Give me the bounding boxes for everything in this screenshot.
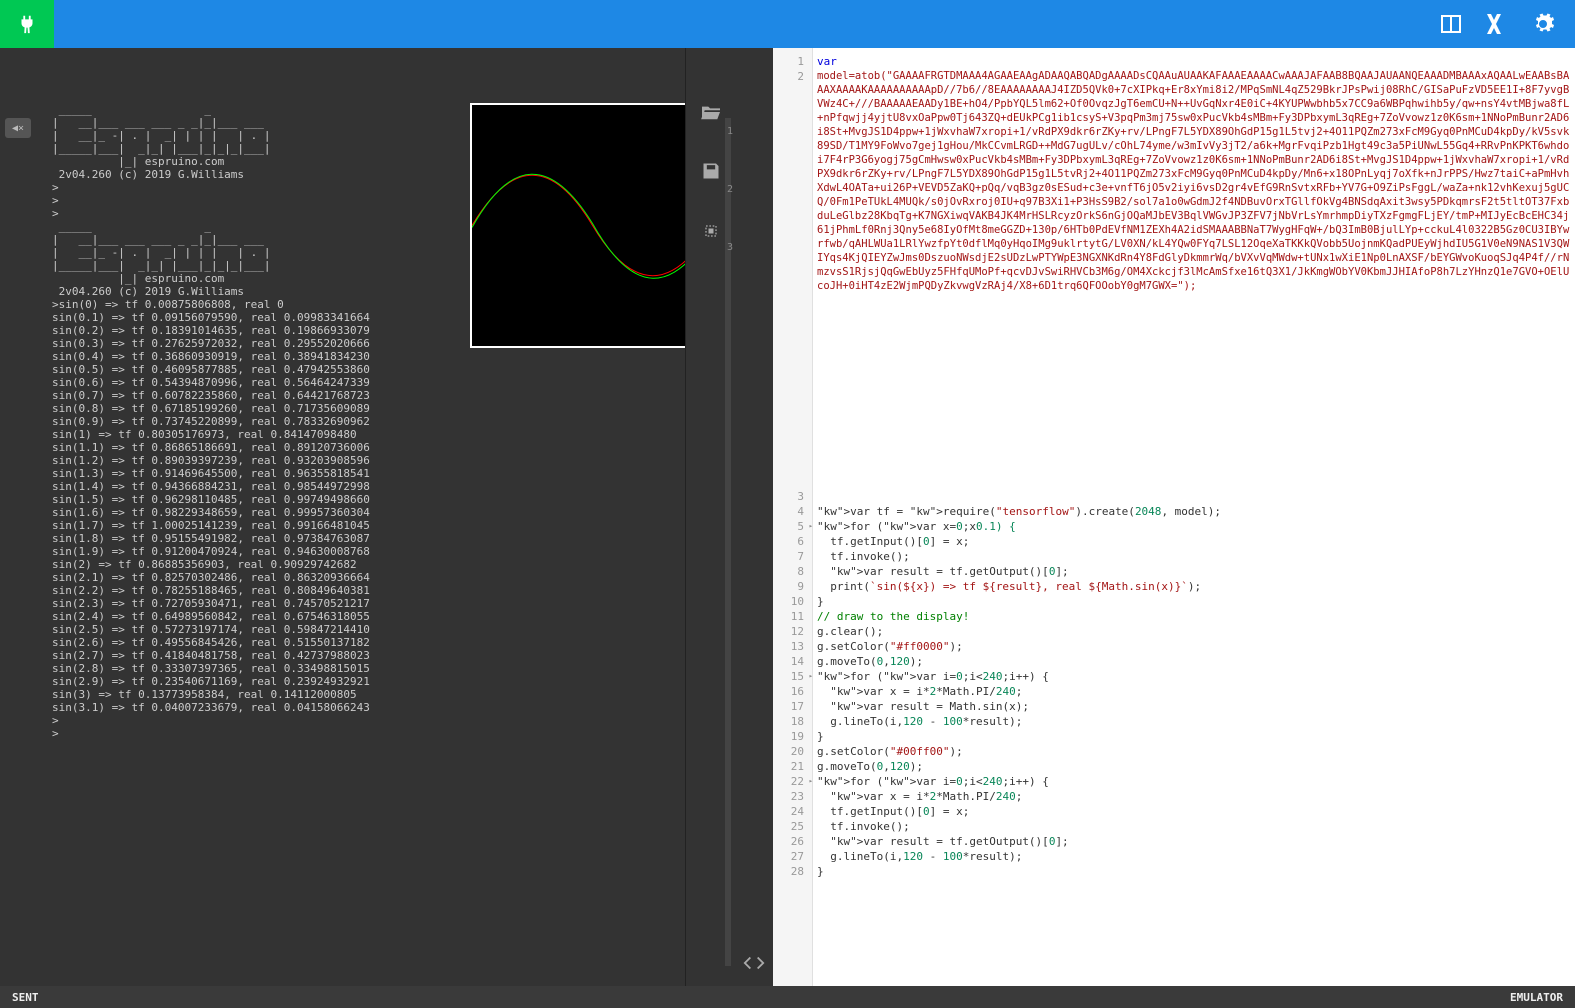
code-editor[interactable]: varmodel=atob("GAAAAFRGTDMAAA4AGAAEAAgAD… xyxy=(813,48,1575,986)
top-toolbar xyxy=(0,0,1575,48)
status-right: EMULATOR xyxy=(1510,991,1563,1004)
editor-pane: 1234567891011121314151617181920212223242… xyxy=(773,48,1575,986)
display-plot xyxy=(470,103,715,348)
console-pane: ◀× _____ _ | __|___ ___ ___ _ _|_|___ __… xyxy=(0,48,735,986)
status-left: SENT xyxy=(12,991,39,1004)
open-file-icon[interactable] xyxy=(700,103,722,125)
file-tool-column: 1 2 3 xyxy=(685,48,735,986)
send-code-icon[interactable] xyxy=(735,48,773,986)
save-file-icon[interactable] xyxy=(701,161,721,185)
settings-icon[interactable] xyxy=(1531,12,1555,36)
chip-icon[interactable] xyxy=(701,221,721,245)
help-icon[interactable] xyxy=(1485,12,1509,36)
slot-number: 3 xyxy=(727,242,733,253)
status-bar: SENT EMULATOR xyxy=(0,986,1575,1008)
line-gutter: 1234567891011121314151617181920212223242… xyxy=(773,48,813,986)
connect-button[interactable] xyxy=(0,0,54,48)
slot-number: 1 xyxy=(727,126,733,137)
slot-number: 2 xyxy=(727,184,733,195)
layout-icon[interactable] xyxy=(1439,12,1463,36)
back-tab-icon[interactable]: ◀× xyxy=(5,118,31,138)
